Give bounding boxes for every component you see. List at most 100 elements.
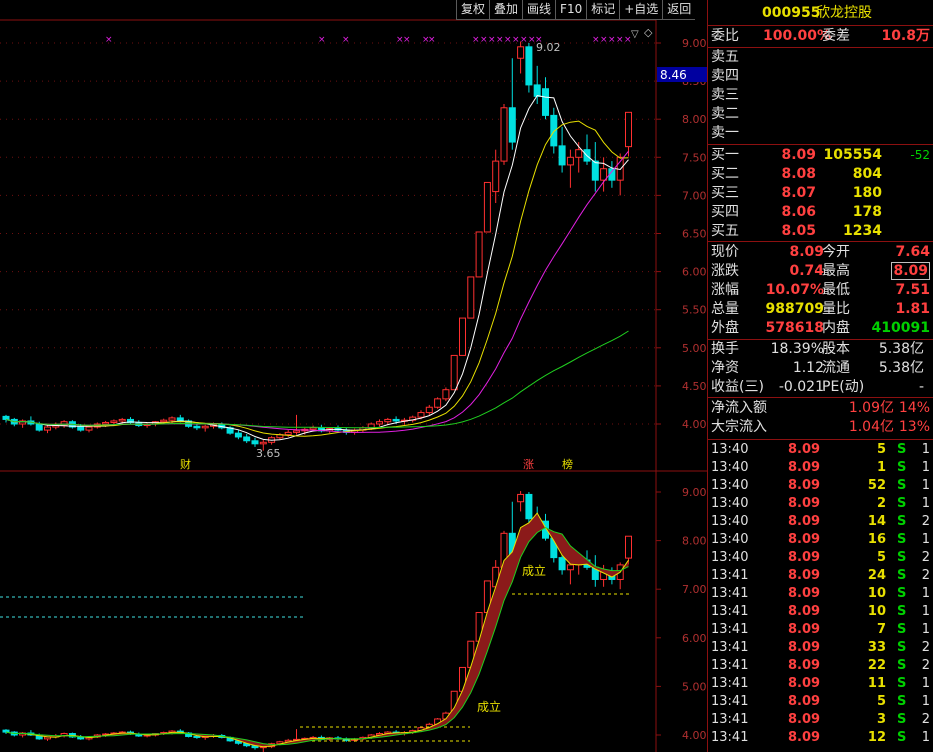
sell-label: 卖四 xyxy=(711,68,739,84)
signal-x-icon: × xyxy=(496,35,504,45)
y-tick-label: 7.00 xyxy=(682,583,707,596)
fundamental-value: -0.021 xyxy=(778,379,824,395)
candle-body xyxy=(35,423,43,431)
tick-volume: 33 xyxy=(867,640,886,655)
tick-side: S xyxy=(897,550,907,565)
quote-row: 总量 988709 量比 1.81 xyxy=(708,300,933,319)
trend-band xyxy=(6,513,629,747)
tick-price: 8.09 xyxy=(788,730,821,745)
event-marker: 财 xyxy=(180,457,191,471)
quote-value: 0.74 xyxy=(789,263,824,279)
flow-value: 1.09亿 xyxy=(848,400,894,416)
candle-body xyxy=(475,231,483,278)
candle-body xyxy=(309,427,317,430)
ma10-line xyxy=(5,120,629,437)
tick-volume: 24 xyxy=(867,568,886,583)
candle-body xyxy=(467,276,475,319)
tick-volume: 7 xyxy=(876,622,886,637)
tick-side: S xyxy=(897,460,907,475)
y-tick-label: 6.00 xyxy=(682,266,707,279)
quote-value: 7.51 xyxy=(895,282,930,298)
buy-price: 8.06 xyxy=(781,204,816,220)
ma5-line xyxy=(5,95,629,441)
toolbar-button-6[interactable]: 返回 xyxy=(662,0,696,20)
quote-row: 涨幅 10.07% 最低 7.51 xyxy=(708,281,933,300)
tick-volume: 5 xyxy=(876,442,886,457)
quote-label: 涨跌 xyxy=(711,263,739,279)
tick-side: S xyxy=(897,622,907,637)
fundamental-label: 净资 xyxy=(711,360,739,376)
candle-body xyxy=(2,415,10,420)
tick-price: 8.09 xyxy=(788,460,821,475)
tick-price: 8.09 xyxy=(788,622,821,637)
tick-side: S xyxy=(897,442,907,457)
candle-body xyxy=(533,84,541,97)
signal-x-icon: × xyxy=(488,35,496,45)
tick-time: 13:40 xyxy=(711,550,749,565)
tick-count: 1 xyxy=(921,622,930,637)
tick-time: 13:41 xyxy=(711,694,749,709)
stock-name: 欣龙控股 xyxy=(816,5,872,21)
tick-price: 8.09 xyxy=(788,550,821,565)
toolbar-button-5[interactable]: +自选 xyxy=(619,0,663,20)
triangle-down-icon[interactable]: ▽ xyxy=(631,29,639,40)
fundamental-value: - xyxy=(918,379,924,395)
fundamental-row: 收益(三) -0.021 PE(动) - xyxy=(708,378,933,397)
toolbar-button-0[interactable]: 复权 xyxy=(456,0,490,20)
y-tick-label: 9.00 xyxy=(682,486,707,499)
signal-x-icon: × xyxy=(403,35,411,45)
buy-price: 8.05 xyxy=(781,223,816,239)
y-tick-label: 6.50 xyxy=(682,228,707,241)
tick-time: 13:40 xyxy=(711,460,749,475)
price-chart[interactable]: 9.008.508.007.507.006.506.005.505.004.50… xyxy=(0,0,707,752)
tick-row: 13:40 8.09 1 S 1 xyxy=(708,459,933,477)
signal-label: 成立 xyxy=(522,563,546,578)
y-tick-label: 4.00 xyxy=(682,729,707,742)
buy-row: 买五 8.05 1234 xyxy=(708,222,933,241)
y-tick-label: 5.00 xyxy=(682,342,707,355)
flow-value: 1.04亿 xyxy=(848,419,894,435)
quote-value: 10.07% xyxy=(765,282,824,298)
buy-volume: 1234 xyxy=(843,223,882,239)
buy-row: 买二 8.08 804 xyxy=(708,165,933,184)
candle-body xyxy=(442,389,450,400)
tick-time: 13:41 xyxy=(711,658,749,673)
tick-side: S xyxy=(897,730,907,745)
tick-side: S xyxy=(897,532,907,547)
candle-body xyxy=(176,417,184,422)
tick-side: S xyxy=(897,568,907,583)
signal-label: 成立 xyxy=(477,699,501,714)
candle-body xyxy=(500,107,508,162)
tick-side: S xyxy=(897,586,907,601)
tick-volume: 10 xyxy=(867,586,886,601)
tick-count: 2 xyxy=(921,640,930,655)
candle-body xyxy=(550,114,558,147)
tick-volume: 14 xyxy=(867,514,886,529)
candle-body xyxy=(525,493,533,520)
toolbar-button-2[interactable]: 画线 xyxy=(522,0,556,20)
fundamental-row: 换手 18.39% 股本 5.38亿 xyxy=(708,340,933,359)
candle-body xyxy=(234,432,242,438)
buy-price: 8.09 xyxy=(781,147,816,163)
signal-x-icon: × xyxy=(480,35,488,45)
y-tick-label: 8.00 xyxy=(682,113,707,126)
quote-label: 最低 xyxy=(822,282,850,298)
fundamental-value: 1.12 xyxy=(792,360,824,376)
diamond-icon[interactable]: ◇ xyxy=(644,26,653,39)
fundamental-value: 5.38亿 xyxy=(878,360,924,376)
toolbar-button-1[interactable]: 叠加 xyxy=(489,0,523,20)
toolbar-button-3[interactable]: F10 xyxy=(555,0,587,20)
buy-label: 买一 xyxy=(711,147,739,163)
toolbar-button-4[interactable]: 标记 xyxy=(586,0,620,20)
quote-value: 8.09 xyxy=(789,244,824,260)
tick-volume: 1 xyxy=(876,460,886,475)
tick-row: 13:41 8.09 3 S 2 xyxy=(708,711,933,729)
tick-volume: 2 xyxy=(876,496,886,511)
tick-price: 8.09 xyxy=(788,442,821,457)
candle-body xyxy=(591,160,599,181)
signal-x-icon: × xyxy=(472,35,480,45)
tick-row: 13:40 8.09 2 S 1 xyxy=(708,495,933,513)
tick-side: S xyxy=(897,712,907,727)
quote-value: 578618 xyxy=(765,320,824,336)
sell-row: 卖四 xyxy=(708,67,933,86)
